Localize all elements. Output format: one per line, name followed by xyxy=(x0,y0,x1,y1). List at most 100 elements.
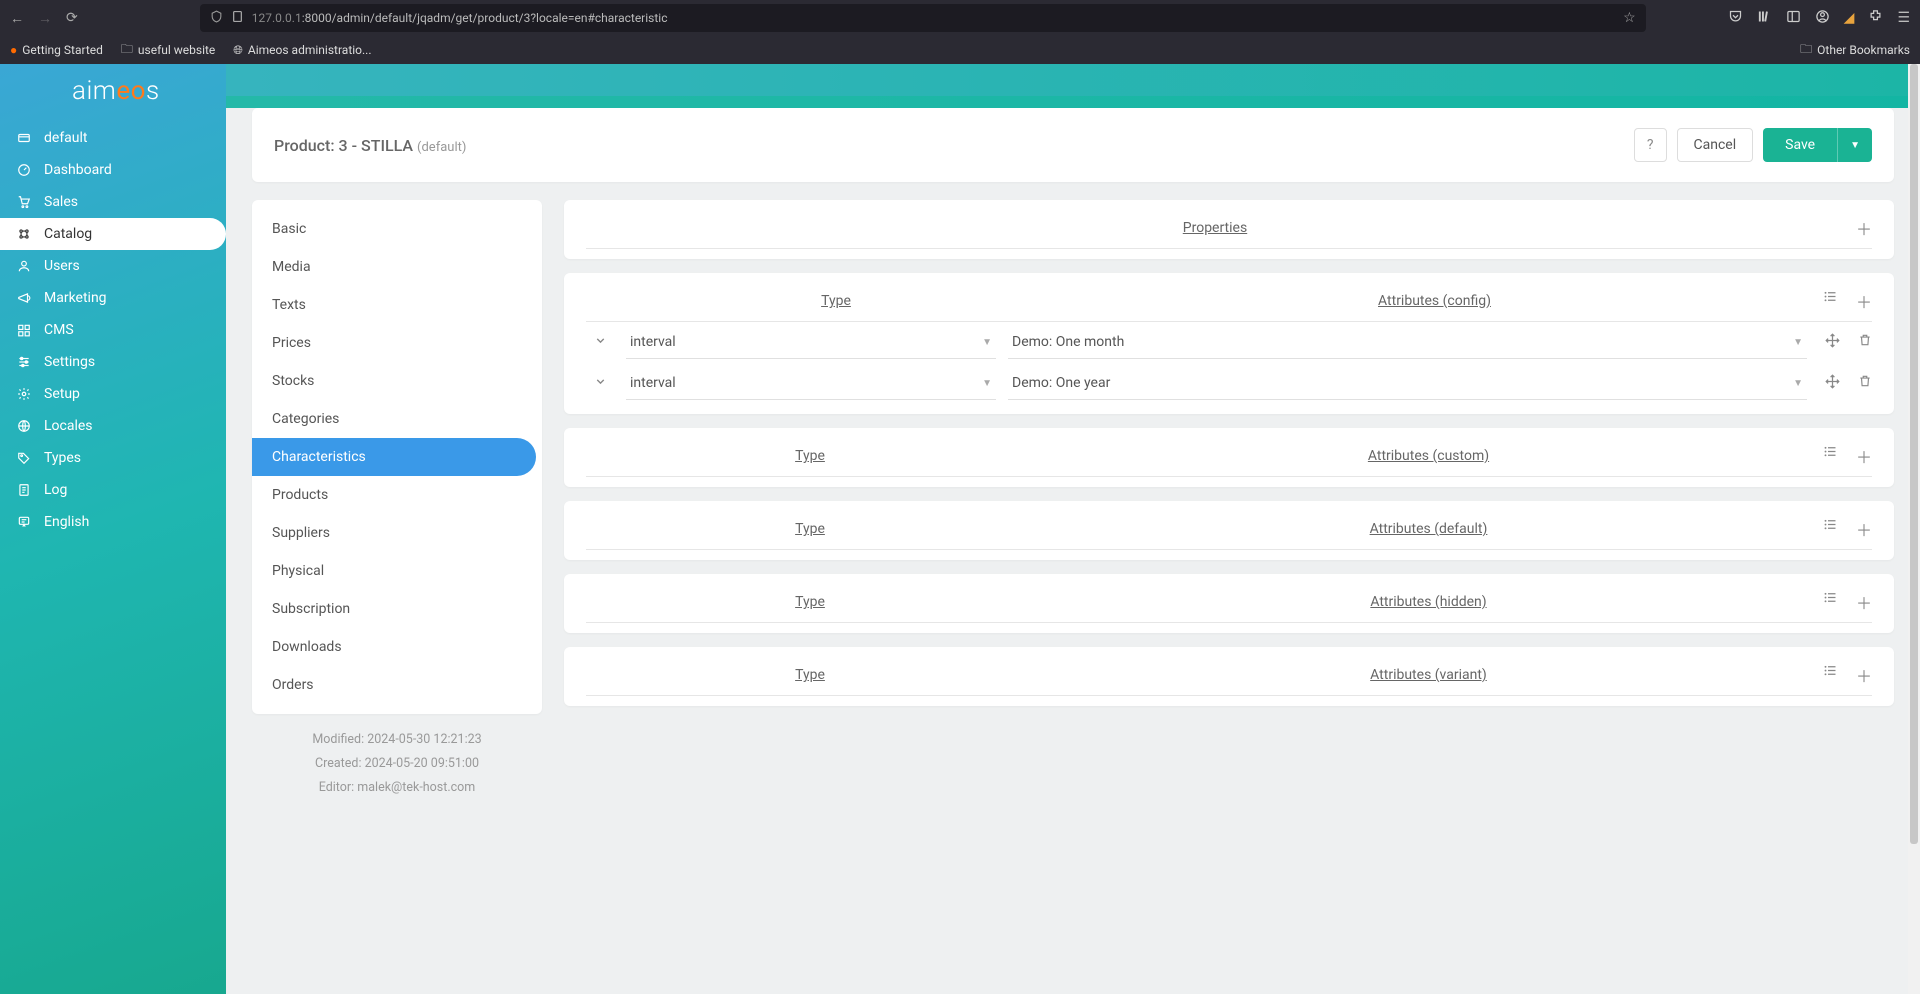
pocket-icon[interactable] xyxy=(1728,9,1743,28)
sidebar-item-catalog[interactable]: Catalog xyxy=(0,218,226,250)
delete-icon[interactable] xyxy=(1858,333,1872,352)
reload-button[interactable]: ⟳ xyxy=(66,10,78,26)
shield-icon xyxy=(210,10,223,27)
sidebar-item-locales[interactable]: Locales xyxy=(0,410,226,442)
tab-subscription[interactable]: Subscription xyxy=(252,590,536,628)
chevron-down-icon: ▼ xyxy=(1793,378,1803,389)
section-attr-config: Type Attributes (config) ＋ interval▼ Demo… xyxy=(564,273,1894,414)
col-type[interactable]: Type xyxy=(586,667,1034,683)
tab-texts[interactable]: Texts xyxy=(252,286,536,324)
sidebar-item-types[interactable]: Types xyxy=(0,442,226,474)
section-attr-default: Type Attributes (default) ＋ xyxy=(564,501,1894,560)
bookmark-item[interactable]: ●Getting Started xyxy=(10,43,103,57)
delete-icon[interactable] xyxy=(1858,374,1872,393)
list-icon[interactable] xyxy=(1823,444,1838,468)
other-bookmarks[interactable]: 🗀Other Bookmarks xyxy=(1800,40,1910,61)
sidebar-item-sales[interactable]: Sales xyxy=(0,186,226,218)
list-icon[interactable] xyxy=(1823,590,1838,614)
section-attr-variant: Type Attributes (variant) ＋ xyxy=(564,647,1894,706)
sidebar-item-marketing[interactable]: Marketing xyxy=(0,282,226,314)
type-select[interactable]: interval▼ xyxy=(626,326,996,359)
bookmark-item[interactable]: 🗀useful website xyxy=(121,40,215,61)
sidebar-item-setup[interactable]: Setup xyxy=(0,378,226,410)
save-dropdown-button[interactable]: ▼ xyxy=(1837,128,1872,162)
expand-icon[interactable] xyxy=(586,375,614,392)
attribute-select[interactable]: Demo: One year▼ xyxy=(1008,367,1807,400)
col-attr-variant[interactable]: Attributes (variant) xyxy=(1046,667,1811,683)
col-type[interactable]: Type xyxy=(586,594,1034,610)
save-button[interactable]: Save xyxy=(1763,128,1837,162)
top-strip xyxy=(226,64,1920,96)
bookmark-star-icon[interactable]: ☆ xyxy=(1623,10,1636,26)
menu-icon[interactable]: ☰ xyxy=(1897,10,1910,26)
address-bar[interactable]: 127.0.0.1:8000/admin/default/jqadm/get/p… xyxy=(200,4,1646,32)
move-icon[interactable] xyxy=(1825,333,1840,352)
sidebar-item-english[interactable]: English xyxy=(0,506,226,538)
tab-downloads[interactable]: Downloads xyxy=(252,628,536,666)
help-button[interactable]: ? xyxy=(1634,128,1667,162)
sidebar-item-label: Settings xyxy=(44,354,95,370)
scrollbar-thumb[interactable] xyxy=(1910,64,1918,844)
list-icon[interactable] xyxy=(1823,663,1838,687)
scrollbar[interactable] xyxy=(1908,64,1920,994)
tab-characteristics[interactable]: Characteristics xyxy=(252,438,536,476)
add-icon[interactable]: ＋ xyxy=(1856,444,1872,468)
tab-suppliers[interactable]: Suppliers xyxy=(252,514,536,552)
card-icon xyxy=(16,131,32,145)
col-type[interactable]: Type xyxy=(586,521,1034,537)
cancel-button[interactable]: Cancel xyxy=(1677,128,1754,162)
library-icon[interactable] xyxy=(1757,9,1772,28)
tab-orders[interactable]: Orders xyxy=(252,666,536,704)
sidebar-toggle-icon[interactable] xyxy=(1786,9,1801,28)
section-title-properties[interactable]: Properties xyxy=(586,220,1844,236)
section-properties: Properties ＋ xyxy=(564,200,1894,259)
account-icon[interactable] xyxy=(1815,9,1830,28)
tab-prices[interactable]: Prices xyxy=(252,324,536,362)
list-icon[interactable] xyxy=(1823,517,1838,541)
browser-chrome: ← → ⟳ 127.0.0.1:8000/admin/default/jqadm… xyxy=(0,0,1920,64)
sidebar-item-default[interactable]: default xyxy=(0,122,226,154)
ext-icon-1[interactable]: ◢ xyxy=(1844,10,1855,26)
sidebar-item-users[interactable]: Users xyxy=(0,250,226,282)
list-icon[interactable] xyxy=(1823,289,1838,313)
cart-icon xyxy=(16,195,32,209)
add-icon[interactable]: ＋ xyxy=(1856,289,1872,313)
tab-stocks[interactable]: Stocks xyxy=(252,362,536,400)
mega-icon xyxy=(16,291,32,305)
tab-media[interactable]: Media xyxy=(252,248,536,286)
sidebar: aimeos defaultDashboardSalesCatalogUsers… xyxy=(0,64,226,994)
move-icon[interactable] xyxy=(1825,374,1840,393)
expand-icon[interactable] xyxy=(586,334,614,351)
tab-products[interactable]: Products xyxy=(252,476,536,514)
extensions-icon[interactable] xyxy=(1868,9,1883,28)
back-button[interactable]: ← xyxy=(10,10,24,27)
add-icon[interactable]: ＋ xyxy=(1856,590,1872,614)
sidebar-item-cms[interactable]: CMS xyxy=(0,314,226,346)
tab-physical[interactable]: Physical xyxy=(252,552,536,590)
main: Product: 3 - STILLA (default) ? Cancel S… xyxy=(226,64,1920,994)
add-icon[interactable]: ＋ xyxy=(1856,663,1872,687)
add-icon[interactable]: ＋ xyxy=(1856,517,1872,541)
col-attr-hidden[interactable]: Attributes (hidden) xyxy=(1046,594,1811,610)
col-attr-default[interactable]: Attributes (default) xyxy=(1046,521,1811,537)
tab-basic[interactable]: Basic xyxy=(252,210,536,248)
bookmark-item[interactable]: 🌐︎Aimeos administratio... xyxy=(233,43,371,58)
sidebar-item-settings[interactable]: Settings xyxy=(0,346,226,378)
tag-icon xyxy=(16,451,32,465)
sidebar-item-log[interactable]: Log xyxy=(0,474,226,506)
folder-icon: 🗀 xyxy=(121,40,133,61)
tab-categories[interactable]: Categories xyxy=(252,400,536,438)
type-select[interactable]: interval▼ xyxy=(626,367,996,400)
col-type[interactable]: Type xyxy=(586,448,1034,464)
col-attr-config[interactable]: Attributes (config) xyxy=(1058,293,1811,309)
sidebar-item-label: Locales xyxy=(44,418,93,434)
col-attr-custom[interactable]: Attributes (custom) xyxy=(1046,448,1811,464)
attribute-select[interactable]: Demo: One month▼ xyxy=(1008,326,1807,359)
section-attr-custom: Type Attributes (custom) ＋ xyxy=(564,428,1894,487)
sidebar-item-label: Sales xyxy=(44,194,78,210)
sidebar-item-label: Types xyxy=(44,450,81,466)
add-icon[interactable]: ＋ xyxy=(1856,216,1872,240)
col-type[interactable]: Type xyxy=(626,293,1046,309)
sidebar-item-dashboard[interactable]: Dashboard xyxy=(0,154,226,186)
forward-button[interactable]: → xyxy=(38,10,52,27)
